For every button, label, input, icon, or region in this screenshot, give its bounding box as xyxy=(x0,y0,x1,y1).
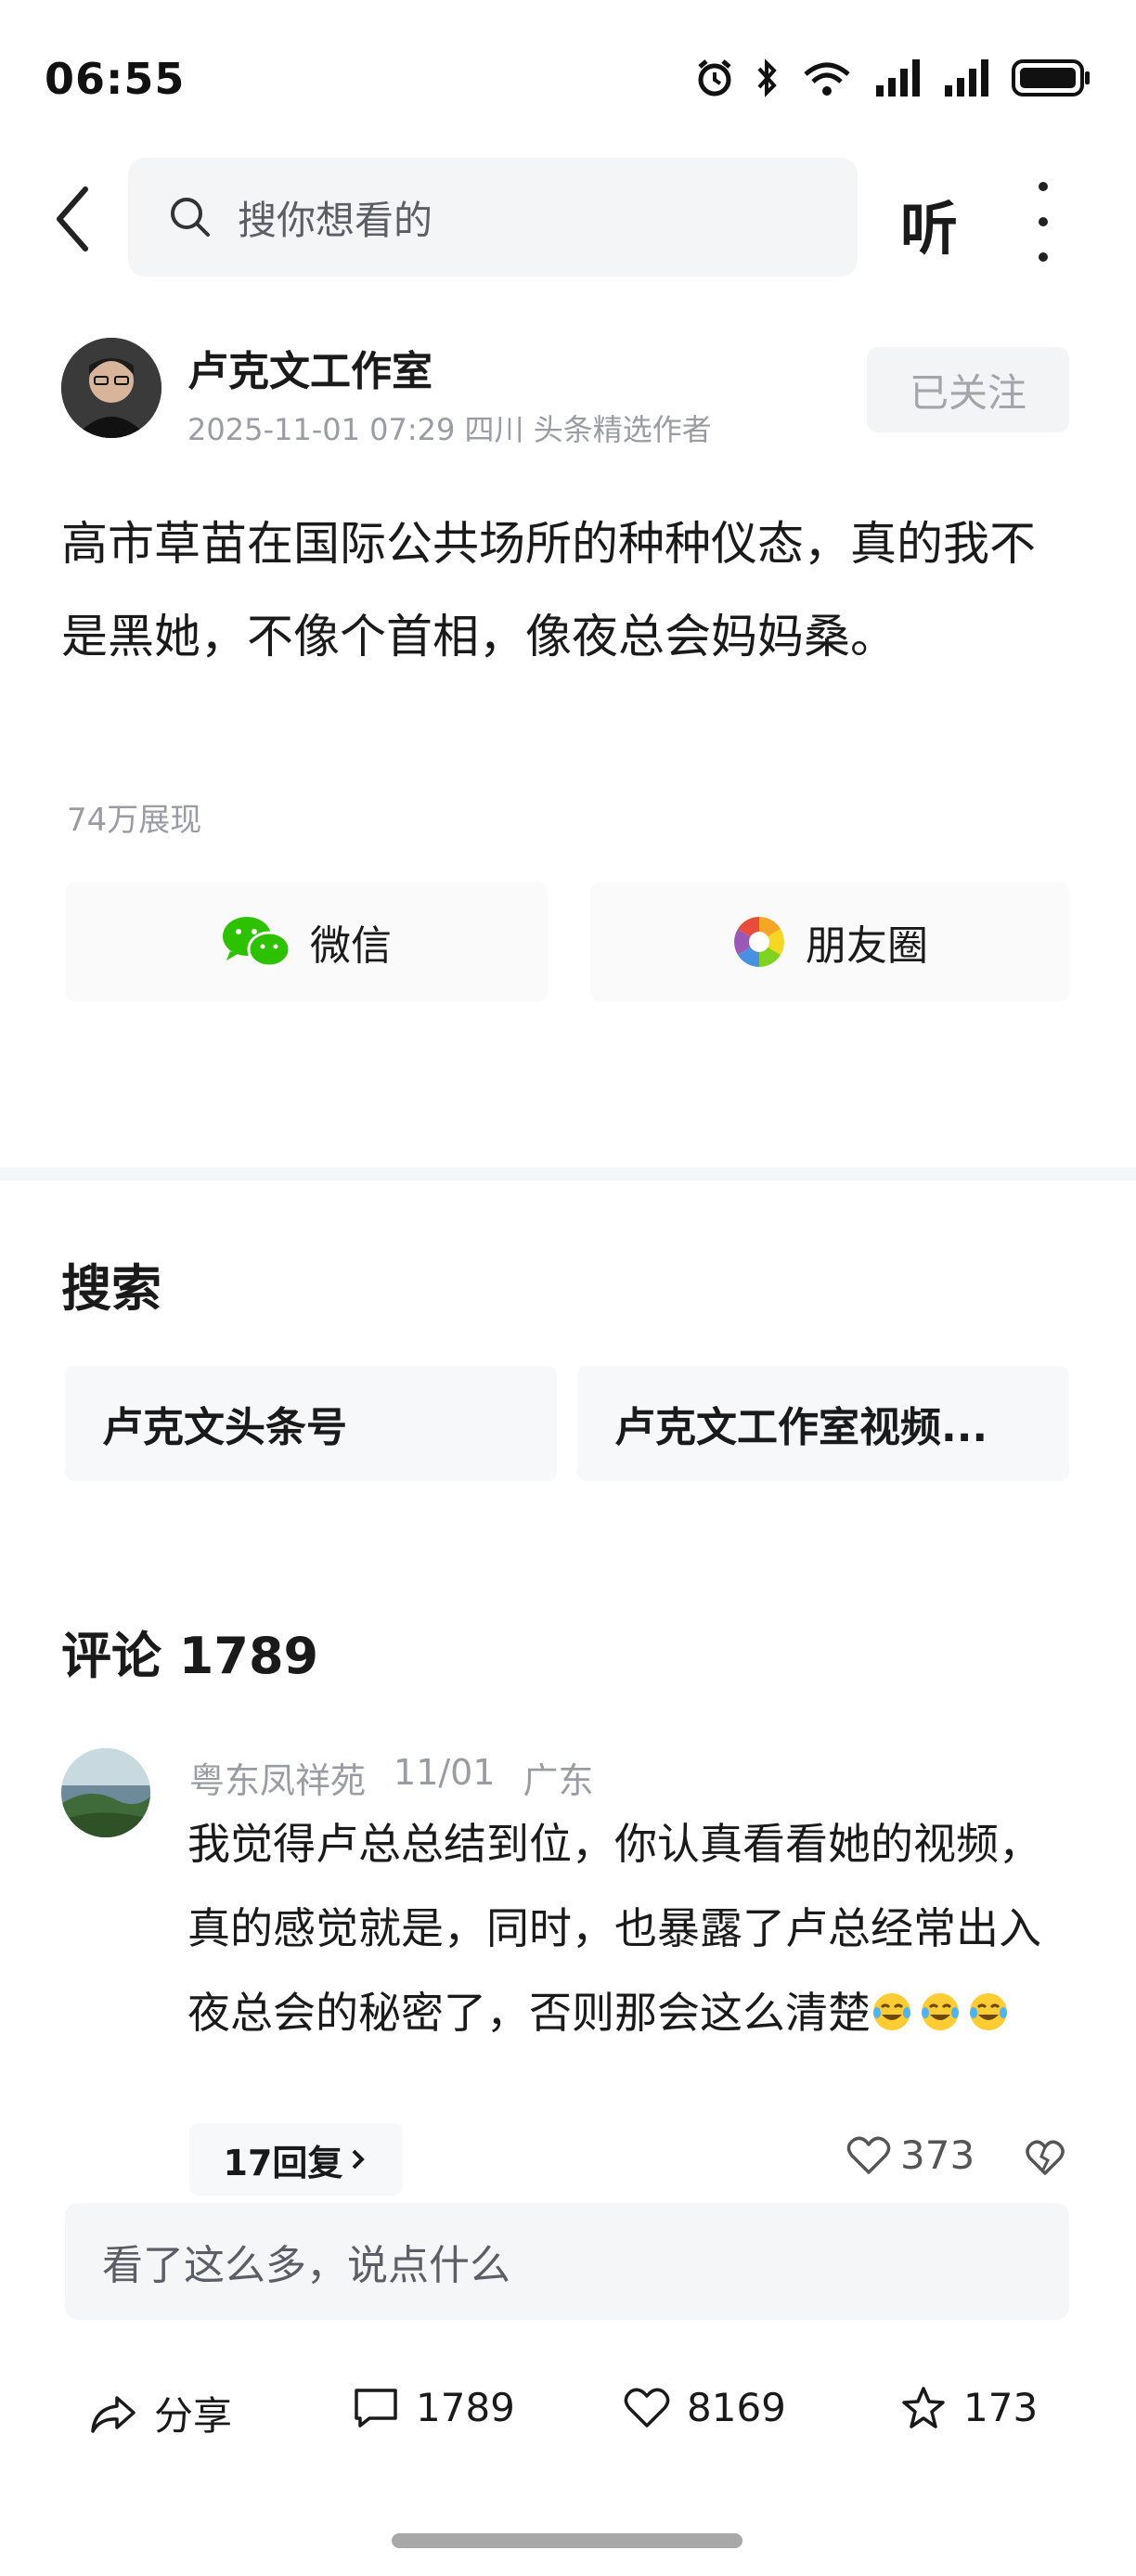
follow-button[interactable]: 已关注 xyxy=(867,347,1069,432)
search-suggestion-chip[interactable]: 卢克文工作室视频... xyxy=(577,1366,1069,1481)
more-menu-button[interactable] xyxy=(1026,182,1060,262)
share-wechat-button[interactable]: 微信 xyxy=(65,882,548,1002)
commenter-name[interactable]: 粤东凤祥苑 xyxy=(189,1752,366,1803)
more-dot-icon xyxy=(1039,182,1048,191)
search-input[interactable]: 搜你想看的 xyxy=(128,158,858,277)
status-time: 06:55 xyxy=(45,54,186,104)
share-moments-button[interactable]: 朋友圈 xyxy=(590,882,1069,1002)
alarm-icon xyxy=(698,59,731,97)
comment-meta: 粤东凤祥苑 11/01 广东 xyxy=(189,1752,594,1803)
comment-date: 11/01 xyxy=(394,1752,496,1793)
comments-title: 评论 1789 xyxy=(61,1627,319,1685)
commenter-avatar[interactable] xyxy=(61,1748,150,1837)
search-section-title: 搜索 xyxy=(61,1259,161,1318)
broken-heart-icon[interactable] xyxy=(1025,2138,1065,2179)
share-moments-label: 朋友圈 xyxy=(806,922,928,970)
share-button[interactable]: 分享 xyxy=(89,2385,232,2441)
comment-text: 我觉得卢总总结到位，你认真看看她的视频，真的感觉就是，同时，也暴露了卢总经常出入… xyxy=(187,1802,1041,2055)
more-dot-icon xyxy=(1039,252,1048,262)
tears-of-joy-emoji-icon xyxy=(970,1993,1007,2030)
favorites-count: 173 xyxy=(963,2385,1039,2430)
status-icons xyxy=(694,58,1091,98)
battery-icon xyxy=(1012,59,1090,97)
post-meta: 2025-11-01 07:29 四川 头条精选作者 xyxy=(187,412,712,447)
comment-input[interactable]: 看了这么多，说点什么 xyxy=(65,2203,1069,2320)
section-divider xyxy=(0,1167,1136,1180)
search-placeholder: 搜你想看的 xyxy=(238,197,433,243)
bluetooth-icon xyxy=(757,58,777,97)
chevron-right-icon xyxy=(353,2149,366,2170)
tears-of-joy-emoji-icon xyxy=(922,1993,959,2030)
comment-icon xyxy=(355,2388,397,2428)
share-label: 分享 xyxy=(154,2393,233,2439)
star-icon xyxy=(902,2386,945,2428)
likes-count: 8169 xyxy=(687,2385,786,2430)
heart-icon xyxy=(846,2136,891,2174)
author-name[interactable]: 卢克文工作室 xyxy=(187,338,432,397)
tears-of-joy-emoji-icon xyxy=(873,1993,910,2030)
comments-button[interactable]: 1789 xyxy=(353,2385,515,2430)
more-dot-icon xyxy=(1039,217,1048,226)
share-wechat-label: 微信 xyxy=(310,922,392,970)
view-replies-button[interactable]: 17回复 xyxy=(189,2123,403,2196)
comment-like-count: 373 xyxy=(900,2132,975,2178)
view-count: 74万展现 xyxy=(67,802,202,839)
comment-body: 我觉得卢总总结到位，你认真看看她的视频，真的感觉就是，同时，也暴露了卢总经常出入… xyxy=(187,1819,1041,2038)
search-suggestion-chip[interactable]: 卢克文头条号 xyxy=(65,1366,557,1481)
post-text: 高市草苗在国际公共场所的种种仪态，真的我不是黑她，不像个首相，像夜总会妈妈桑。 xyxy=(61,517,1036,663)
moments-icon xyxy=(734,917,784,967)
signal-icon xyxy=(876,59,920,97)
home-indicator[interactable] xyxy=(392,2533,742,2548)
search-icon xyxy=(171,198,210,237)
wifi-6-icon xyxy=(804,62,850,96)
heart-icon xyxy=(624,2388,670,2428)
favorite-button[interactable]: 173 xyxy=(900,2385,1038,2430)
comment-location: 广东 xyxy=(523,1760,594,1801)
back-button[interactable] xyxy=(48,182,104,256)
comments-count: 1789 xyxy=(416,2385,515,2430)
author-avatar[interactable] xyxy=(61,338,161,438)
signal-icon xyxy=(945,59,988,97)
replies-label: 17回复 xyxy=(223,2142,343,2183)
wechat-icon xyxy=(223,917,291,968)
share-icon xyxy=(91,2395,136,2433)
listen-button[interactable]: 听 xyxy=(900,182,958,265)
like-button[interactable]: 8169 xyxy=(624,2385,786,2430)
comment-like-button[interactable]: 373 xyxy=(846,2132,975,2178)
